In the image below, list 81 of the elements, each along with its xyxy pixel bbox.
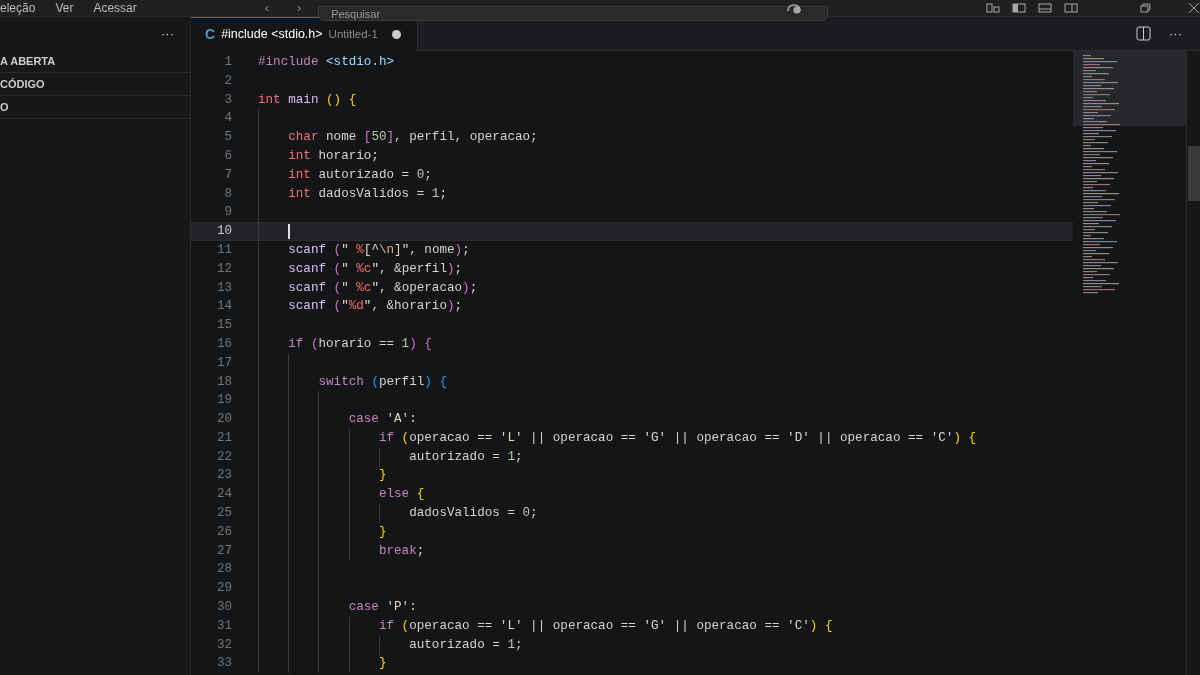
- line-number: 15: [215, 317, 232, 335]
- line-number: 26: [215, 523, 232, 541]
- line-number: 18: [215, 373, 232, 391]
- line-number: 33: [215, 655, 232, 673]
- line-number: 24: [215, 486, 232, 504]
- code-line: #include <stdio.h>: [258, 53, 395, 71]
- close-icon[interactable]: [1188, 3, 1200, 13]
- back-button[interactable]: ‹: [264, 0, 270, 18]
- code-line: scanf (" %c", &perfil);: [287, 260, 463, 278]
- line-number: 13: [215, 279, 232, 297]
- code-line: if (operacao == 'L' || operacao == 'G' || operacao == 'D' || operacao == 'C') {: [377, 429, 977, 447]
- line-number: 8: [223, 185, 232, 203]
- menu-item[interactable]: Acessar: [93, 0, 137, 17]
- code-line: else {: [377, 486, 425, 504]
- line-number: 23: [215, 467, 232, 485]
- language-icon: C: [205, 24, 216, 45]
- code-line: }: [377, 467, 387, 485]
- section-header[interactable]: A ABERTA: [0, 50, 190, 73]
- code-line: scanf ("%d", &horario);: [287, 298, 463, 316]
- code-line: break;: [377, 542, 425, 560]
- code-line: if (horario == 1) {: [287, 335, 432, 353]
- restore-icon[interactable]: [1140, 3, 1153, 13]
- line-number: 16: [215, 335, 232, 353]
- more-actions-button[interactable]: ···: [1169, 23, 1182, 44]
- text-cursor: [288, 224, 291, 239]
- panel-toggle-icon[interactable]: [1038, 3, 1053, 13]
- search-field[interactable]: Pesquisar: [318, 6, 829, 21]
- line-number: 28: [215, 561, 232, 579]
- code-line: scanf (" %c", &operacao);: [287, 279, 478, 297]
- line-number: 22: [215, 448, 232, 466]
- secondary-sidebar-icon[interactable]: [1064, 3, 1079, 13]
- code-line: int horario;: [287, 147, 379, 165]
- code-line: autorizado = 1;: [408, 636, 523, 654]
- code-line: int main () {: [258, 91, 357, 109]
- line-number: 32: [215, 636, 232, 654]
- line-number: 27: [215, 542, 232, 560]
- copilot-icon[interactable]: [786, 1, 803, 14]
- more-actions-button[interactable]: ···: [161, 23, 174, 44]
- code-line: }: [377, 523, 387, 541]
- line-number: 20: [215, 411, 232, 429]
- line-number: 5: [223, 129, 232, 147]
- line-number: 29: [215, 580, 232, 598]
- line-number: 31: [215, 617, 232, 635]
- sidebar-toggle-icon[interactable]: [1012, 3, 1027, 13]
- line-number: 17: [215, 354, 232, 372]
- split-editor-icon[interactable]: [1136, 26, 1151, 41]
- code-line: case 'P':: [347, 599, 417, 617]
- section-header[interactable]: CÓDIGO: [0, 73, 190, 96]
- line-number: 30: [215, 599, 232, 617]
- section-header[interactable]: O: [0, 96, 190, 119]
- line-number: 7: [223, 166, 232, 184]
- code-line: if (operacao == 'L' || operacao == 'G' || operacao == 'C') {: [377, 617, 833, 635]
- line-number: 9: [223, 204, 232, 222]
- menu-item[interactable]: Ver: [55, 0, 74, 17]
- code-line: int autorizado = 0;: [287, 166, 432, 184]
- line-number: 6: [223, 147, 232, 165]
- code-line: char nome [50], perfil, operacao;: [287, 129, 538, 147]
- tab-title: #include <stdio.h>: [221, 26, 323, 44]
- line-number: 11: [215, 241, 232, 259]
- code-line: int dadosValidos = 1;: [287, 185, 447, 203]
- scrollbar-thumb[interactable]: [1188, 146, 1200, 201]
- line-number: 1: [223, 53, 232, 71]
- code-line: }: [377, 655, 387, 673]
- code-line: switch (perfil) {: [317, 373, 447, 391]
- layout-icon[interactable]: [986, 3, 1001, 13]
- code-line: autorizado = 1;: [408, 448, 523, 466]
- line-number: 3: [223, 91, 232, 109]
- code-line: scanf (" %[^\n]", nome);: [287, 241, 470, 259]
- line-number: 14: [215, 298, 232, 316]
- line-number: 4: [223, 110, 232, 128]
- menu-item[interactable]: eleção: [0, 0, 36, 17]
- line-number: 10: [215, 223, 232, 241]
- code-line: dadosValidos = 0;: [408, 505, 538, 523]
- line-number: 21: [215, 429, 232, 447]
- line-number: 19: [215, 392, 232, 410]
- forward-button[interactable]: ›: [297, 0, 302, 18]
- line-number: 25: [215, 505, 232, 523]
- line-number: 12: [215, 260, 232, 278]
- line-number: 2: [223, 72, 232, 90]
- code-line: case 'A':: [347, 411, 417, 429]
- tab-description: Untitled-1: [328, 26, 378, 42]
